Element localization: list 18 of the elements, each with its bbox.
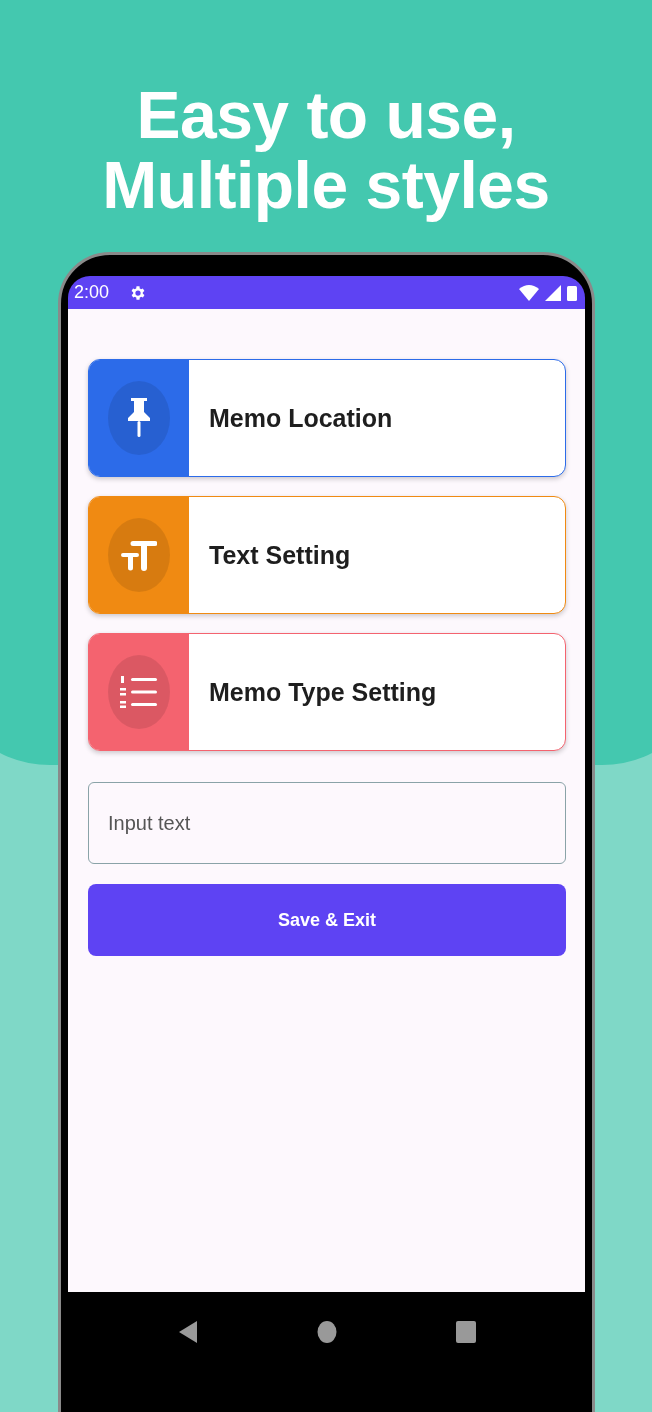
numbered-list-icon xyxy=(120,675,158,709)
card-label: Memo Location xyxy=(209,403,393,433)
menu-card[interactable]: Memo Type Setting xyxy=(88,633,566,751)
menu-card[interactable]: Text Setting xyxy=(88,496,566,614)
save-button[interactable]: Save & Exit xyxy=(88,884,566,956)
input-field[interactable]: Input text xyxy=(88,782,566,864)
card-label: Memo Type Setting xyxy=(209,677,437,707)
home-icon[interactable] xyxy=(316,1321,337,1343)
status-time: 2:00 xyxy=(74,282,110,303)
card-label: Text Setting xyxy=(209,540,351,570)
menu-card[interactable]: Memo Location xyxy=(88,359,566,477)
text-size-icon xyxy=(121,539,157,571)
signal-icon xyxy=(545,284,561,301)
wifi-icon xyxy=(519,284,539,301)
recents-icon[interactable] xyxy=(455,1321,476,1343)
battery-icon xyxy=(567,284,577,301)
back-icon[interactable] xyxy=(177,1320,198,1344)
headline-line: Easy to use, xyxy=(135,80,517,150)
